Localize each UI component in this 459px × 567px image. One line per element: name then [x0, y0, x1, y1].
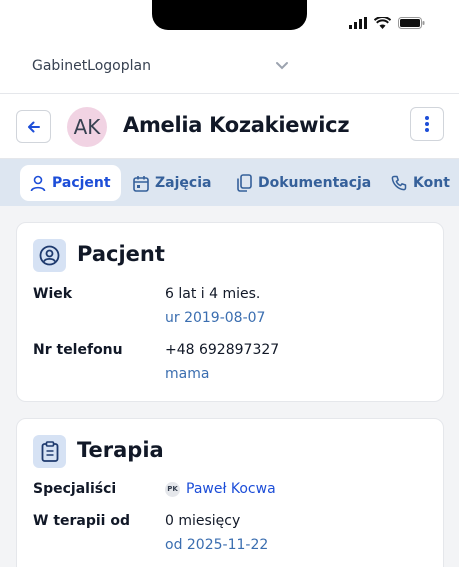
- battery-icon: [398, 17, 425, 29]
- tab-zajecia[interactable]: Zajęcia: [133, 165, 211, 201]
- specialist-link[interactable]: PK Paweł Kocwa: [165, 481, 276, 497]
- content-area: Pacjent Wiek 6 lat i 4 mies. ur 2019-08-…: [0, 206, 459, 567]
- chevron-down-icon: [276, 62, 288, 70]
- clinic-selector[interactable]: GabinetLogoplan: [0, 40, 459, 94]
- back-button[interactable]: [16, 110, 51, 143]
- duration-value: 0 miesięcy: [165, 513, 241, 529]
- device-notch: [152, 0, 307, 30]
- wifi-icon: [374, 17, 391, 29]
- clinic-name: GabinetLogoplan: [32, 58, 151, 74]
- patient-header: AK Amelia Kozakiewicz: [0, 94, 459, 158]
- tab-dokumentacja[interactable]: Dokumentacja: [236, 165, 371, 201]
- birth-date: ur 2019-08-07: [165, 310, 266, 326]
- tab-label: Dokumentacja: [258, 175, 372, 191]
- therapy-card: Terapia Specjaliści PK Paweł Kocwa W ter…: [16, 418, 444, 567]
- arrow-left-icon: [27, 121, 40, 132]
- phone-owner: mama: [165, 366, 210, 382]
- card-title: Pacjent: [77, 242, 165, 266]
- phone-label: Nr telefonu: [33, 342, 123, 358]
- tab-label: Pacjent: [52, 175, 111, 191]
- documents-icon: [237, 174, 252, 192]
- user-circle-icon: [33, 239, 66, 272]
- specialists-label: Specjaliści: [33, 481, 117, 497]
- user-icon: [30, 175, 46, 191]
- clipboard-icon: [33, 435, 66, 468]
- calendar-icon: [133, 175, 149, 192]
- signal-icon: [349, 17, 367, 29]
- duration-label: W terapii od: [33, 513, 130, 529]
- page-title: Amelia Kozakiewicz: [123, 113, 350, 137]
- specialist-name: Paweł Kocwa: [186, 481, 276, 497]
- vertical-dots-icon: [425, 116, 429, 132]
- tab-label: Zajęcia: [155, 175, 212, 191]
- avatar: AK: [67, 107, 107, 147]
- phone-icon: [391, 175, 407, 191]
- tab-kontakt[interactable]: Kont: [391, 165, 450, 201]
- status-icons: [349, 17, 425, 29]
- age-value: 6 lat i 4 mies.: [165, 286, 261, 302]
- start-date: od 2025-11-22: [165, 537, 269, 553]
- tab-pacjent[interactable]: Pacjent: [20, 165, 121, 201]
- patient-card: Pacjent Wiek 6 lat i 4 mies. ur 2019-08-…: [16, 222, 444, 402]
- more-options-button[interactable]: [410, 107, 444, 141]
- status-bar: [0, 0, 459, 40]
- tab-bar: Pacjent Zajęcia Dokumentacja Kont: [0, 158, 459, 206]
- card-title: Terapia: [77, 438, 164, 462]
- tab-label: Kont: [413, 175, 450, 191]
- phone-value[interactable]: +48 692897327: [165, 342, 279, 358]
- specialist-avatar: PK: [165, 481, 180, 497]
- age-label: Wiek: [33, 286, 73, 302]
